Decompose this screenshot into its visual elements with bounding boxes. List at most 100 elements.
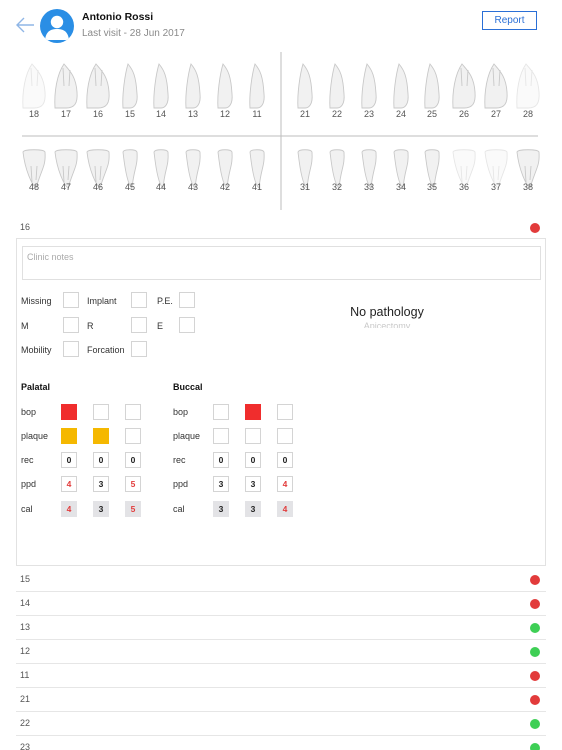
buccal-rec-cell[interactable]: 0: [245, 452, 261, 468]
tooth-label-33[interactable]: 33: [357, 182, 381, 192]
pathology-picker-next[interactable]: Apicectomy: [317, 321, 457, 328]
palatal-plaque-label: plaque: [21, 431, 49, 441]
tooth-detail-panel: Missing Implant P.E. M R E Mobility Forc…: [16, 238, 546, 566]
m-label: M: [21, 321, 29, 331]
tooth-label-15[interactable]: 15: [118, 109, 142, 119]
tooth-list-number: 12: [20, 646, 31, 656]
palatal-bop-label: bop: [21, 407, 37, 417]
buccal-bop-cell[interactable]: [277, 404, 293, 420]
buccal-ppd-cell[interactable]: 3: [245, 476, 261, 492]
buccal-ppd-cell[interactable]: 4: [277, 476, 293, 492]
mobility-checkbox[interactable]: [63, 341, 79, 357]
buccal-cal-cell[interactable]: 3: [213, 501, 229, 517]
tooth-list-item[interactable]: 11: [16, 666, 546, 686]
palatal-cal-cell[interactable]: 5: [125, 501, 141, 517]
tooth-list-item[interactable]: 13: [16, 618, 546, 638]
tooth-label-34[interactable]: 34: [389, 182, 413, 192]
tooth-label-21[interactable]: 21: [293, 109, 317, 119]
palatal-rec-cell[interactable]: 0: [93, 452, 109, 468]
tooth-label-41[interactable]: 41: [245, 182, 269, 192]
palatal-cal-cell[interactable]: 4: [61, 501, 77, 517]
tooth-label-27[interactable]: 27: [484, 109, 508, 119]
palatal-plaque-cell[interactable]: [61, 428, 77, 444]
tooth-18: [22, 63, 46, 109]
palatal-ppd-cell[interactable]: 3: [93, 476, 109, 492]
tooth-label-26[interactable]: 26: [452, 109, 476, 119]
tooth-label-45[interactable]: 45: [118, 182, 142, 192]
buccal-plaque-cell[interactable]: [277, 428, 293, 444]
clinic-notes-input[interactable]: [23, 248, 540, 281]
tooth-26: [452, 63, 476, 109]
palatal-bop-cell[interactable]: [93, 404, 109, 420]
forcation-checkbox[interactable]: [131, 341, 147, 357]
tooth-label-22[interactable]: 22: [325, 109, 349, 119]
tooth-label-14[interactable]: 14: [149, 109, 173, 119]
tooth-label-18[interactable]: 18: [22, 109, 46, 119]
tooth-list-number: 14: [20, 598, 31, 608]
tooth-28: [516, 63, 540, 109]
selected-tooth-row[interactable]: 16: [16, 218, 546, 238]
tooth-label-25[interactable]: 25: [420, 109, 444, 119]
user-icon: [45, 15, 69, 40]
tooth-label-38[interactable]: 38: [516, 182, 540, 192]
palatal-plaque-cell[interactable]: [93, 428, 109, 444]
tooth-label-24[interactable]: 24: [389, 109, 413, 119]
missing-checkbox[interactable]: [63, 292, 79, 308]
tooth-label-43[interactable]: 43: [181, 182, 205, 192]
tooth-list-item[interactable]: 15: [16, 570, 546, 590]
buccal-bop-cell[interactable]: [213, 404, 229, 420]
tooth-label-23[interactable]: 23: [357, 109, 381, 119]
tooth-label-32[interactable]: 32: [325, 182, 349, 192]
palatal-rec-cell[interactable]: 0: [125, 452, 141, 468]
buccal-cal-cell[interactable]: 4: [277, 501, 293, 517]
tooth-label-13[interactable]: 13: [181, 109, 205, 119]
pe-checkbox[interactable]: [179, 292, 195, 308]
tooth-label-17[interactable]: 17: [54, 109, 78, 119]
palatal-plaque-cell[interactable]: [125, 428, 141, 444]
tooth-label-16[interactable]: 16: [86, 109, 110, 119]
divider: [16, 663, 546, 664]
tooth-list-item[interactable]: 22: [16, 714, 546, 734]
tooth-list-item[interactable]: 23: [16, 738, 546, 750]
tooth-list-item[interactable]: 14: [16, 594, 546, 614]
tooth-label-28[interactable]: 28: [516, 109, 540, 119]
tooth-label-11[interactable]: 11: [245, 109, 269, 119]
tooth-label-36[interactable]: 36: [452, 182, 476, 192]
buccal-rec-cell[interactable]: 0: [213, 452, 229, 468]
tooth-label-37[interactable]: 37: [484, 182, 508, 192]
tooth-label-12[interactable]: 12: [213, 109, 237, 119]
tooth-list-item[interactable]: 12: [16, 642, 546, 662]
pathology-picker-selected[interactable]: No pathology: [317, 305, 457, 319]
buccal-cal-cell[interactable]: 3: [245, 501, 261, 517]
report-button[interactable]: Report: [482, 11, 537, 30]
buccal-plaque-cell[interactable]: [213, 428, 229, 444]
e-checkbox[interactable]: [179, 317, 195, 333]
buccal-rec-cell[interactable]: 0: [277, 452, 293, 468]
implant-checkbox[interactable]: [131, 292, 147, 308]
palatal-ppd-cell[interactable]: 5: [125, 476, 141, 492]
avatar: [40, 9, 74, 43]
tooth-label-48[interactable]: 48: [22, 182, 46, 192]
tooth-label-42[interactable]: 42: [213, 182, 237, 192]
tooth-13: [185, 63, 201, 109]
r-checkbox[interactable]: [131, 317, 147, 333]
tooth-label-31[interactable]: 31: [293, 182, 317, 192]
tooth-label-47[interactable]: 47: [54, 182, 78, 192]
m-checkbox[interactable]: [63, 317, 79, 333]
palatal-rec-cell[interactable]: 0: [61, 452, 77, 468]
palatal-bop-cell[interactable]: [61, 404, 77, 420]
tooth-list-item[interactable]: 21: [16, 690, 546, 710]
clinic-notes-field[interactable]: [22, 246, 541, 281]
tooth-label-35[interactable]: 35: [420, 182, 444, 192]
palatal-bop-cell[interactable]: [125, 404, 141, 420]
palatal-ppd-label: ppd: [21, 479, 37, 489]
tooth-label-44[interactable]: 44: [149, 182, 173, 192]
tooth-label-46[interactable]: 46: [86, 182, 110, 192]
buccal-bop-cell[interactable]: [245, 404, 261, 420]
palatal-ppd-cell[interactable]: 4: [61, 476, 77, 492]
buccal-ppd-cell[interactable]: 3: [213, 476, 229, 492]
buccal-plaque-cell[interactable]: [245, 428, 261, 444]
palatal-cal-cell[interactable]: 3: [93, 501, 109, 517]
back-arrow-icon[interactable]: [14, 14, 36, 36]
buccal-ppd-label: ppd: [173, 479, 189, 489]
